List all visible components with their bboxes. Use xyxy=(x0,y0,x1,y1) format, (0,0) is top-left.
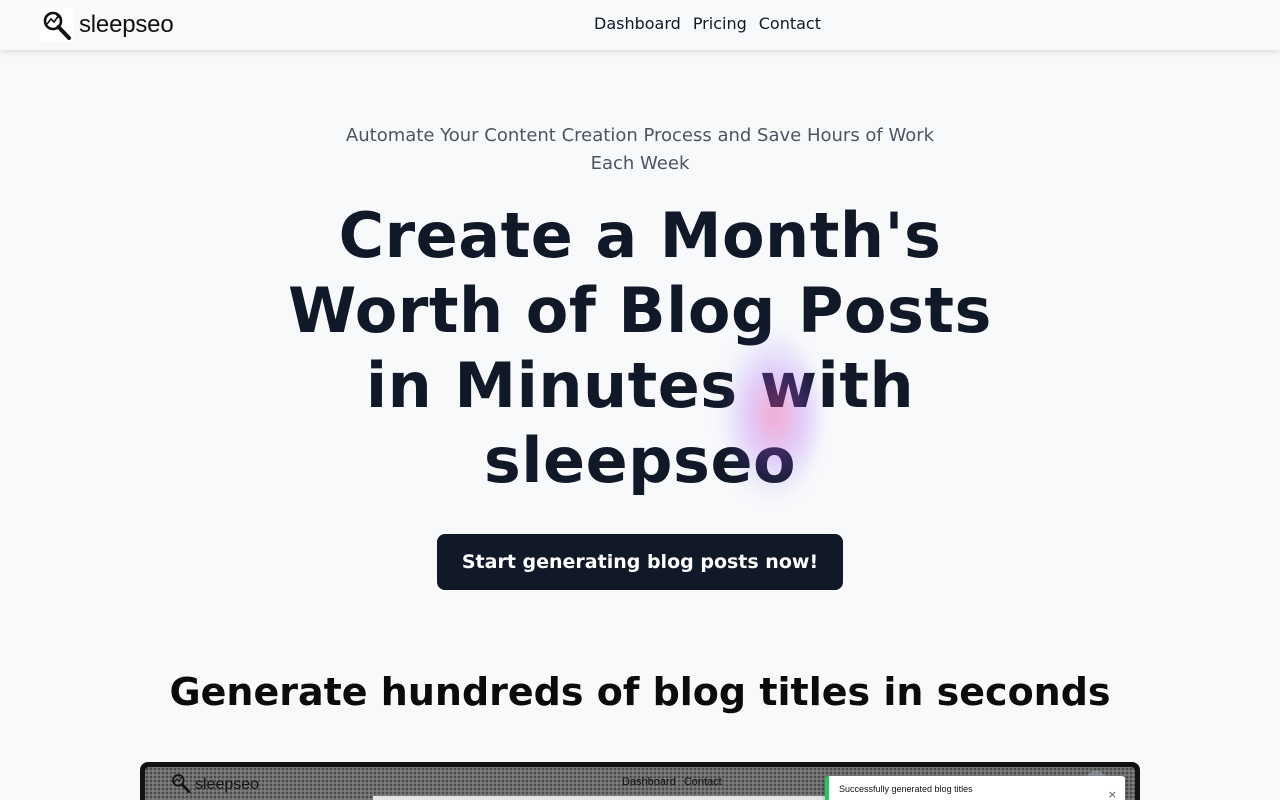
preview-logo-text: sleepseo xyxy=(195,776,260,793)
nav-link-pricing[interactable]: Pricing xyxy=(693,14,747,33)
nav-link-dashboard[interactable]: Dashboard xyxy=(594,14,681,33)
preview-nav-dashboard: Dashboard xyxy=(622,776,676,788)
magnifier-arrow-icon xyxy=(171,773,191,797)
preview-nav: Dashboard Contact xyxy=(622,776,722,788)
hero-headline: Create a Month's Worth of Blog Posts in … xyxy=(288,199,992,497)
start-generating-button[interactable]: Start generating blog posts now! xyxy=(437,534,843,590)
preview-nav-contact: Contact xyxy=(683,776,722,788)
logo-text: sleepseo xyxy=(79,11,174,38)
app-screenshot-preview: sleepseo Dashboard Contact Successfully … xyxy=(140,762,1140,800)
section-title: Generate hundreds of blog titles in seco… xyxy=(169,670,1111,714)
preview-logo: sleepseo xyxy=(171,773,259,797)
logo[interactable]: sleepseo xyxy=(40,8,174,42)
success-toast: Successfully generated blog titles × xyxy=(825,776,1125,800)
magnifier-arrow-icon xyxy=(40,8,74,42)
toast-message: Successfully generated blog titles xyxy=(839,784,973,794)
preview-content-bar xyxy=(373,796,833,800)
main-nav: Dashboard Pricing Contact xyxy=(594,14,821,33)
hero-tagline: Automate Your Content Creation Process a… xyxy=(345,125,935,174)
site-header: sleepseo Dashboard Pricing Contact xyxy=(0,0,1280,50)
nav-link-contact[interactable]: Contact xyxy=(759,14,821,33)
preview-screen: sleepseo Dashboard Contact Successfully … xyxy=(145,767,1135,800)
close-icon: × xyxy=(1107,788,1117,800)
